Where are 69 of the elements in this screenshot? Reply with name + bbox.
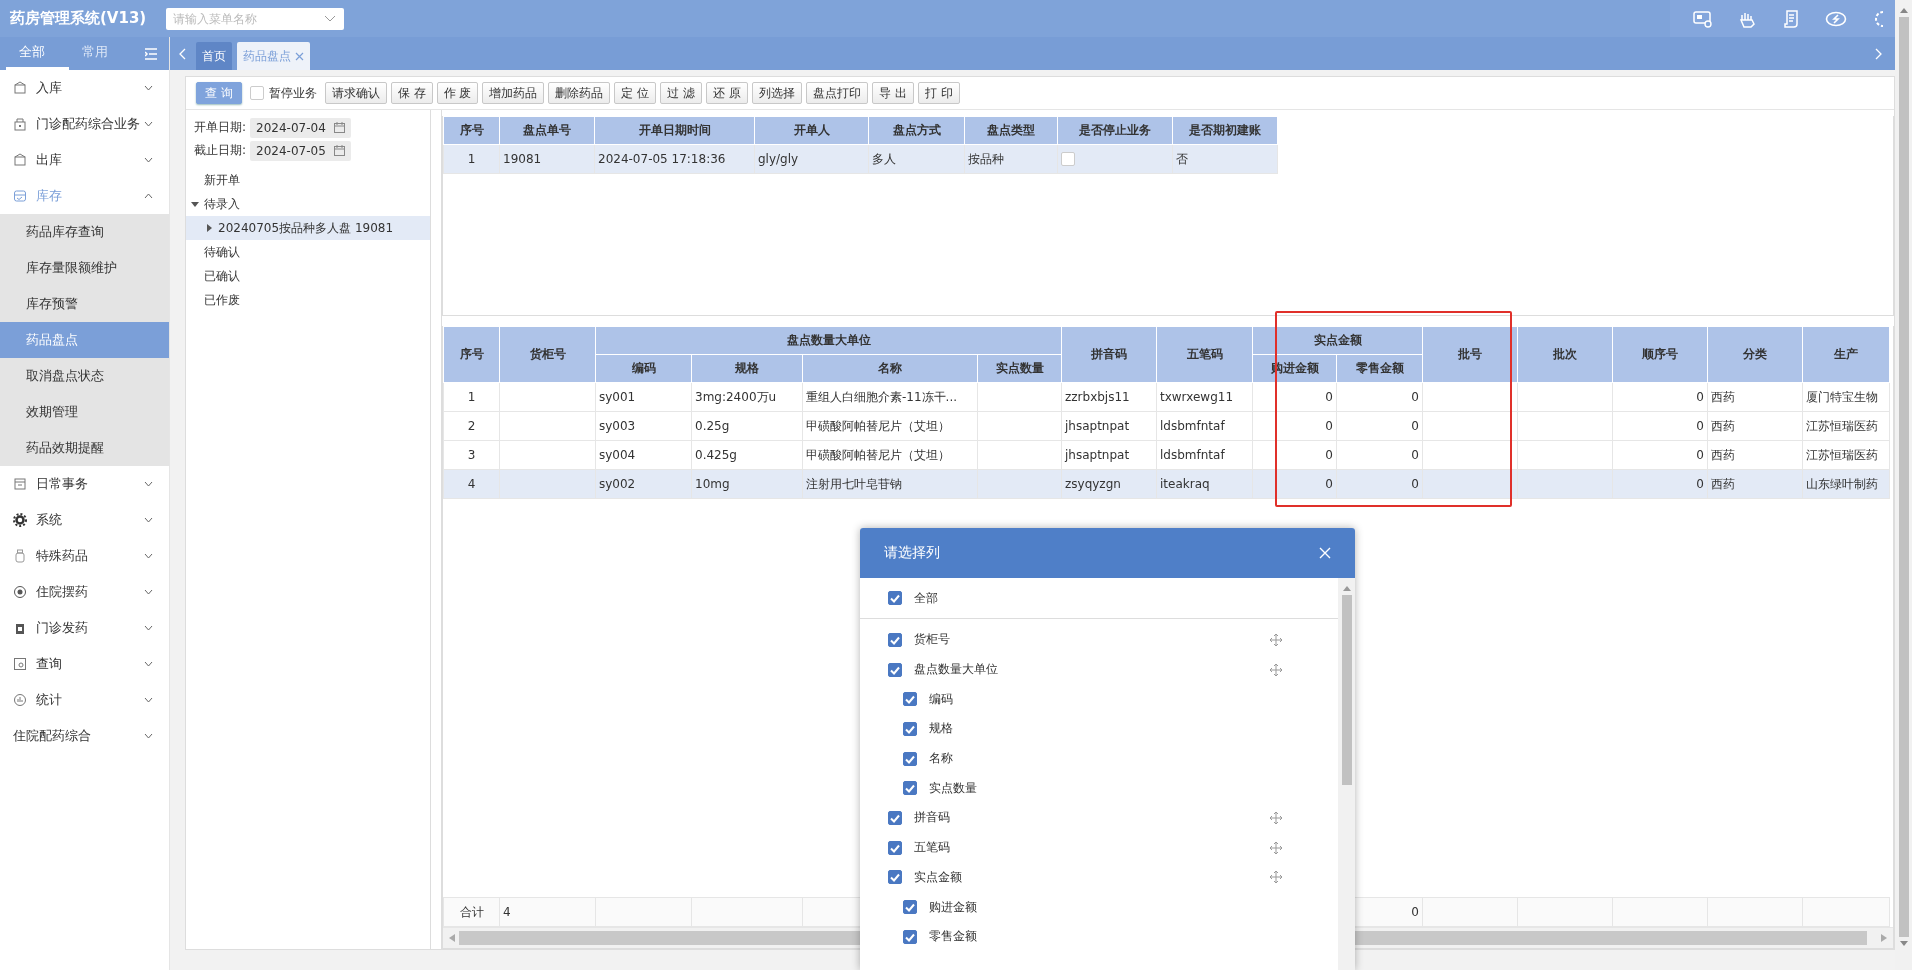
table-cell: sy003	[595, 411, 692, 441]
option-label: 购进金额	[929, 898, 977, 916]
table-cell: 0	[1252, 440, 1337, 470]
table-cell: 否	[1172, 144, 1278, 174]
table-cell: ldsbmfntaf	[1156, 411, 1253, 441]
table-cell: 西药	[1707, 382, 1803, 412]
table-cell: jhsaptnpat	[1061, 440, 1157, 470]
table-cell: 0	[1252, 411, 1337, 441]
table-cell: 0	[1612, 382, 1708, 412]
dialog-title: 请选择列	[884, 544, 940, 562]
table-cell: sy001	[595, 382, 692, 412]
table-cell: 甲磺酸阿帕替尼片（艾坦）	[802, 440, 978, 470]
table-cell: 1	[443, 144, 500, 174]
table-cell: 3mg:2400万u	[691, 382, 803, 412]
field-label: 截止日期:	[194, 142, 247, 159]
table-cell: 西药	[1707, 440, 1803, 470]
option-label: 实点金额	[914, 868, 962, 886]
field-label: 开单日期:	[194, 119, 247, 136]
table-cell: 重组人白细胞介素-11冻干...	[802, 382, 978, 412]
option-label: 盘点数量大单位	[914, 661, 998, 679]
table-cell: 3	[443, 440, 500, 470]
table-cell: sy004	[595, 440, 692, 470]
option-label: 拼音码	[914, 809, 950, 827]
total-label: 合计	[443, 897, 500, 927]
table-cell: jhsaptnpat	[1061, 411, 1157, 441]
table-cell: 厦门特宝生物	[1802, 382, 1890, 412]
table-cell: 江苏恒瑞医药	[1802, 411, 1890, 441]
table-cell: 0.25g	[691, 411, 803, 441]
table-cell: zsyqyzgn	[1061, 469, 1157, 499]
app-title: 药房管理系统(V13)	[9, 9, 148, 28]
table-cell: 0	[1612, 469, 1708, 499]
table-cell: 0	[1336, 469, 1423, 499]
table-cell: sy002	[595, 469, 692, 499]
table-cell: 注射用七叶皂苷钠	[802, 469, 978, 499]
option-label: 五笔码	[914, 839, 950, 857]
table-cell: zzrbxbjs11	[1061, 382, 1157, 412]
table-cell: 按品种	[964, 144, 1058, 174]
table-cell: 甲磺酸阿帕替尼片（艾坦）	[802, 411, 978, 441]
table-cell: 0	[1336, 411, 1423, 441]
table-cell: 0	[1336, 382, 1423, 412]
table-cell: 10mg	[691, 469, 803, 499]
table-cell: 山东绿叶制药	[1802, 469, 1890, 499]
table-cell: 0	[1336, 440, 1423, 470]
option-label: 名称	[929, 750, 953, 768]
table-cell: ldsbmfntaf	[1156, 440, 1253, 470]
table-cell: 江苏恒瑞医药	[1802, 440, 1890, 470]
total-cell: 4	[499, 897, 596, 927]
option-label: 规格	[929, 720, 953, 738]
checkbox-label: 暂停业务	[268, 84, 317, 102]
table-cell: 西药	[1707, 469, 1803, 499]
table-cell: 19081	[499, 144, 595, 174]
option-label: 货柜号	[914, 631, 950, 649]
table-cell: 0	[1612, 411, 1708, 441]
table-cell: 2024-07-05 17:18:36	[594, 144, 755, 174]
table-cell: txwrxewg11	[1156, 382, 1253, 412]
option-label: 全部	[914, 589, 938, 607]
table-cell: 0	[1612, 440, 1708, 470]
table-cell: 0	[1252, 382, 1337, 412]
table-cell: 2	[443, 411, 500, 441]
table-cell: 4	[443, 469, 500, 499]
table-cell: 西药	[1707, 411, 1803, 441]
table-cell: gly/gly	[754, 144, 869, 174]
table-cell: 0.425g	[691, 440, 803, 470]
option-label: 编码	[929, 690, 953, 708]
option-label: 零售金额	[929, 928, 977, 946]
table-cell: 1	[443, 382, 500, 412]
option-label: 实点数量	[929, 779, 977, 797]
table-cell: iteakraq	[1156, 469, 1253, 499]
table-cell: 多人	[868, 144, 965, 174]
